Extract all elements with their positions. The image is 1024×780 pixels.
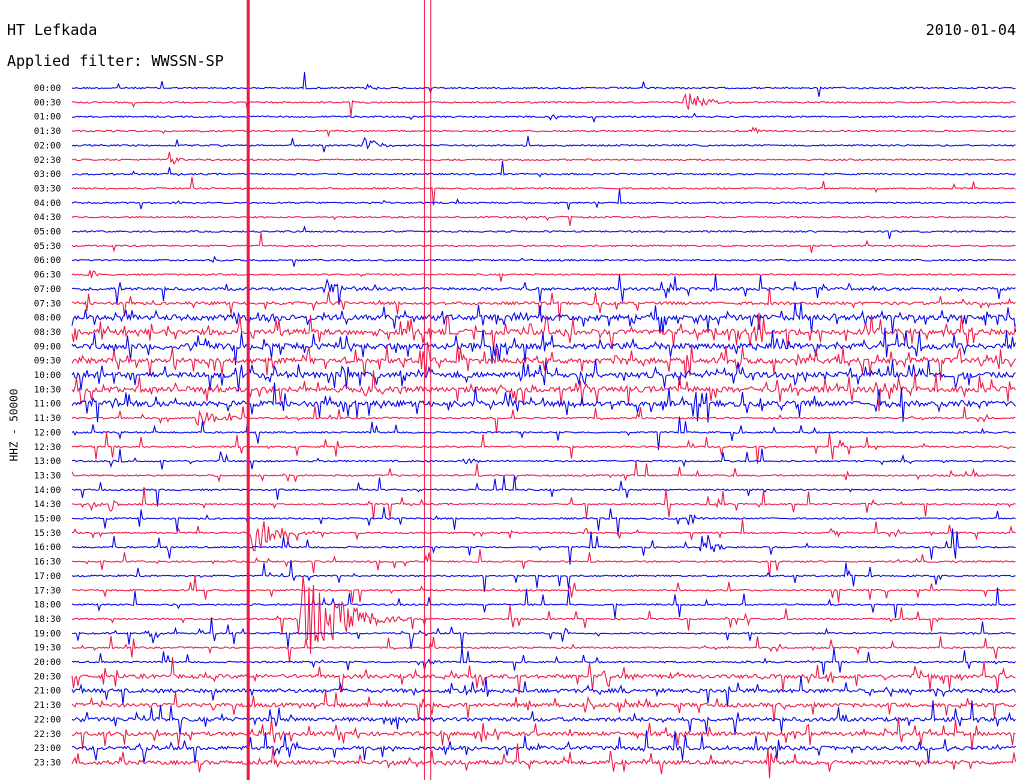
tick-label-0900: 09:00 <box>34 342 61 352</box>
tick-label-0430: 04:30 <box>34 213 61 223</box>
tick-label-2300: 23:00 <box>34 744 61 754</box>
trace-row-2330 <box>71 743 1016 779</box>
trace-row-0630 <box>71 270 1016 282</box>
trace-row-1430 <box>71 486 1016 520</box>
trace-row-1130 <box>71 406 1016 434</box>
trace-row-0200 <box>71 135 1016 153</box>
tick-label-0600: 06:00 <box>34 256 61 266</box>
trace-row-2000 <box>71 646 1016 675</box>
tick-label-1400: 14:00 <box>34 486 61 496</box>
trace-row-1930 <box>71 635 1016 663</box>
tick-label-0400: 04:00 <box>34 199 61 209</box>
tick-label-0530: 05:30 <box>34 242 61 252</box>
tick-label-1830: 18:30 <box>34 615 61 625</box>
tick-label-2030: 20:30 <box>34 672 61 682</box>
tick-label-1730: 17:30 <box>34 586 61 596</box>
tick-label-0500: 05:00 <box>34 228 61 238</box>
tick-label-2330: 23:30 <box>34 758 61 768</box>
trace-row-1200 <box>71 416 1016 450</box>
tick-label-1130: 11:30 <box>34 414 61 424</box>
trace-row-1330 <box>71 461 1016 483</box>
trace-row-1300 <box>71 448 1016 470</box>
trace-row-0800 <box>71 302 1016 334</box>
tick-label-0800: 08:00 <box>34 314 61 324</box>
tick-label-2000: 20:00 <box>34 658 61 668</box>
trace-row-0330 <box>71 176 1016 206</box>
tick-label-1300: 13:00 <box>34 457 61 467</box>
trace-row-0100 <box>71 112 1016 124</box>
tick-label-1230: 12:30 <box>34 443 61 453</box>
tick-label-1200: 12:00 <box>34 428 61 438</box>
tick-label-1430: 14:30 <box>34 500 61 510</box>
tick-label-1030: 10:30 <box>34 385 61 395</box>
trace-row-1500 <box>71 506 1016 536</box>
trace-row-2100 <box>71 676 1016 707</box>
tick-label-2130: 21:30 <box>34 701 61 711</box>
traces <box>71 71 1016 779</box>
time-ticks: 00:00 00:30 01:00 01:30 02:00 02:30 03:00 03:30… <box>34 84 61 768</box>
tick-label-0130: 01:30 <box>34 127 61 137</box>
trace-row-0130 <box>71 126 1016 138</box>
tick-label-0000: 00:00 <box>34 84 61 94</box>
tick-label-1000: 10:00 <box>34 371 61 381</box>
trace-row-0030 <box>71 92 1016 117</box>
trace-row-0000 <box>72 71 1016 97</box>
tick-label-2200: 22:00 <box>34 715 61 725</box>
tick-label-1600: 16:00 <box>34 543 61 553</box>
helicorder-plot: 00:00 00:30 01:00 01:30 02:00 02:30 03:00 03:30… <box>34 0 1016 780</box>
tick-label-2100: 21:00 <box>34 687 61 697</box>
trace-row-0500 <box>71 225 1016 240</box>
tick-label-0930: 09:30 <box>34 357 61 367</box>
trace-row-0600 <box>72 255 1016 267</box>
tick-label-0100: 01:00 <box>34 113 61 123</box>
tick-label-0700: 07:00 <box>34 285 61 295</box>
trace-row-2230 <box>71 717 1016 750</box>
trace-row-1900 <box>71 617 1016 650</box>
tick-label-0030: 00:30 <box>34 98 61 108</box>
trace-row-0730 <box>71 287 1016 321</box>
trace-row-1630 <box>71 549 1016 578</box>
tick-label-0230: 02:30 <box>34 156 61 166</box>
trace-row-0430 <box>71 215 1016 226</box>
trace-row-0300 <box>71 160 1016 178</box>
tick-label-0330: 03:30 <box>34 184 61 194</box>
tick-label-1100: 11:00 <box>34 400 61 410</box>
trace-row-1600 <box>71 528 1016 565</box>
trace-row-0400 <box>71 189 1016 210</box>
trace-row-1230 <box>71 432 1016 464</box>
trace-row-0230 <box>71 151 1016 165</box>
trace-row-1800 <box>71 587 1016 619</box>
trace-row-0700 <box>71 274 1016 305</box>
trace-row-0530 <box>71 232 1016 253</box>
trace-row-2300 <box>71 730 1016 764</box>
tick-label-1700: 17:00 <box>34 572 61 582</box>
tick-label-0830: 08:30 <box>34 328 61 338</box>
trace-row-1700 <box>71 559 1016 593</box>
trace-row-1530 <box>71 519 1016 552</box>
tick-label-1630: 16:30 <box>34 558 61 568</box>
tick-label-2230: 22:30 <box>34 730 61 740</box>
tick-label-0300: 03:00 <box>34 170 61 180</box>
tick-label-1930: 19:30 <box>34 644 61 654</box>
tick-label-0730: 07:30 <box>34 299 61 309</box>
tick-label-1800: 18:00 <box>34 601 61 611</box>
tick-label-0630: 06:30 <box>34 271 61 281</box>
tick-label-0200: 02:00 <box>34 141 61 151</box>
tick-label-1900: 19:00 <box>34 629 61 639</box>
tick-label-1530: 15:30 <box>34 529 61 539</box>
tick-label-1500: 15:00 <box>34 515 61 525</box>
trace-row-1830 <box>71 576 1016 654</box>
tick-label-1330: 13:30 <box>34 471 61 481</box>
